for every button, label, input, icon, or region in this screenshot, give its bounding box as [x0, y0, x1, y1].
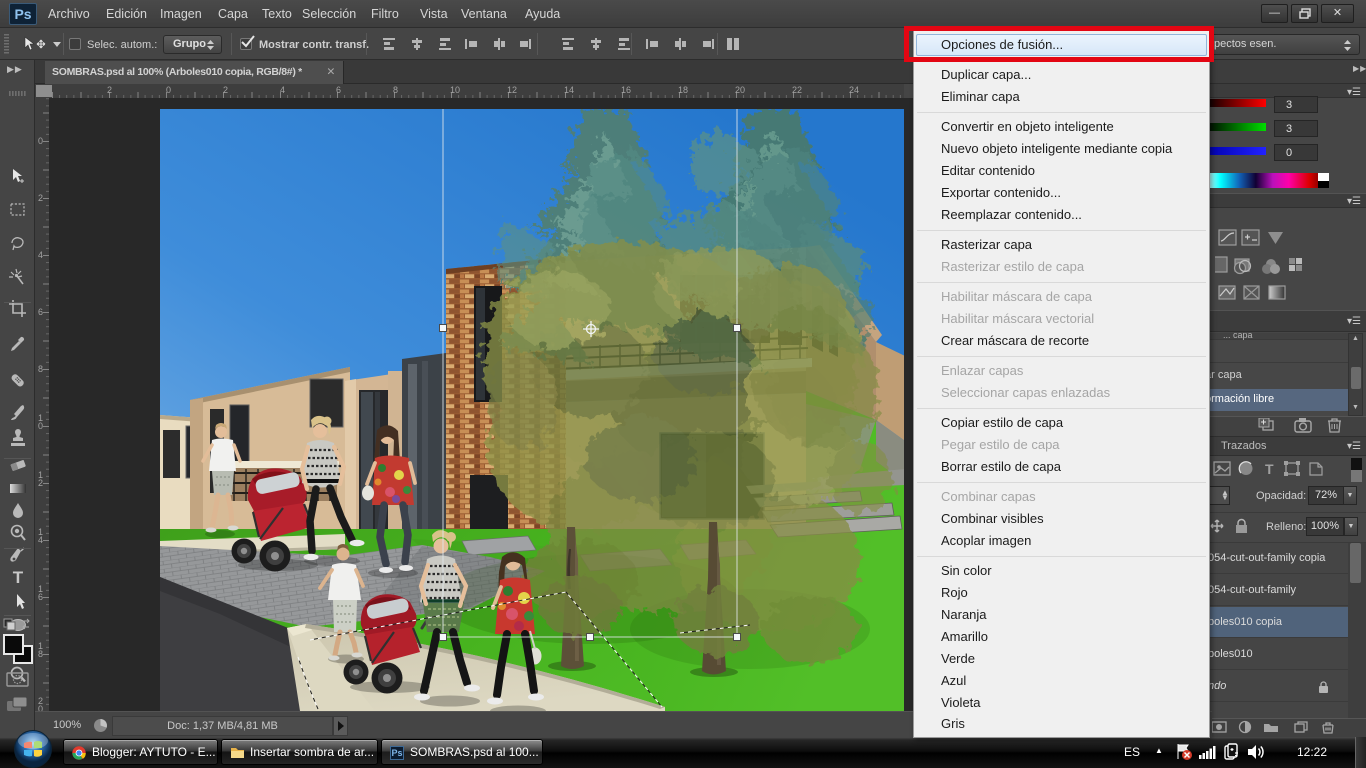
svg-text:T: T — [1265, 461, 1274, 477]
svg-text:T: T — [13, 568, 24, 587]
